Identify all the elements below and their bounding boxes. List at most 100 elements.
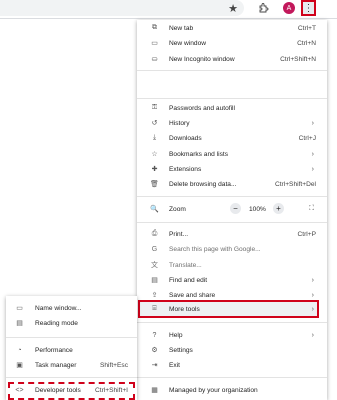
help-icon: ? — [152, 331, 157, 339]
chevron-right-icon: › — [311, 119, 314, 127]
menu-item-downloads[interactable]: ⤓ Downloads Ctrl+J — [137, 132, 327, 144]
translate-label: Translate... — [169, 261, 202, 269]
menu-item-more-tools[interactable]: ⌸ More tools › — [137, 303, 327, 315]
menu-item-help[interactable]: ? Help › — [137, 329, 327, 341]
zoom-out-button[interactable]: − — [230, 203, 241, 214]
submenu-item-reading-mode[interactable]: ▤ Reading mode — [6, 317, 137, 329]
menu-kebab-button[interactable]: ⋮ — [301, 0, 316, 16]
building-icon: ▦ — [151, 387, 158, 394]
task-manager-shortcut: Shift+Esc — [99, 361, 128, 369]
print-icon: ⎙ — [151, 230, 158, 237]
name-window-label: Name window... — [35, 304, 82, 312]
performance-icon: ◔ — [17, 346, 22, 354]
downloads-shortcut: Ctrl+J — [298, 134, 316, 142]
developer-tools-label: Developer tools — [35, 386, 81, 394]
translate-icon: 文 — [151, 262, 158, 269]
new-window-shortcut: Ctrl+N — [297, 39, 316, 47]
chevron-right-icon: › — [311, 291, 314, 299]
menu-item-managed[interactable]: ▦ Managed by your organization — [137, 384, 327, 396]
new-window-icon: ▭ — [151, 40, 158, 47]
submenu-item-performance[interactable]: ◔ Performance — [6, 344, 137, 356]
menu-item-find-edit[interactable]: ▤ Find and edit › — [137, 274, 327, 286]
new-tab-label: New tab — [169, 24, 194, 32]
puzzle-icon[interactable] — [257, 1, 271, 15]
menu-item-new-window[interactable]: ▭ New window Ctrl+N — [137, 37, 327, 49]
reading-mode-label: Reading mode — [35, 319, 78, 327]
submenu-item-task-manager[interactable]: ▣ Task manager Shift+Esc — [6, 359, 137, 371]
menu-item-zoom: 🔍 Zoom − 100% + ⛶ — [137, 203, 327, 215]
fullscreen-icon[interactable]: ⛶ — [309, 205, 314, 213]
new-window-label: New window — [169, 39, 207, 47]
window-icon: ▭ — [16, 305, 23, 312]
download-icon: ⤓ — [152, 134, 157, 141]
chevron-right-icon: › — [311, 276, 314, 284]
bookmarks-label: Bookmarks and lists — [169, 150, 228, 158]
menu-item-exit[interactable]: ⇥ Exit — [137, 359, 327, 371]
more-tools-submenu: ▭ Name window... ▤ Reading mode ◔ Perfor… — [6, 296, 137, 400]
chevron-right-icon: › — [311, 150, 314, 158]
settings-label: Settings — [169, 346, 193, 354]
more-tools-label: More tools — [169, 305, 200, 313]
zoom-in-button[interactable]: + — [273, 203, 284, 214]
menu-item-search-page[interactable]: G Search this page with Google... — [137, 243, 327, 255]
find-icon: ▤ — [151, 277, 158, 284]
chrome-menu: ⧉ New tab Ctrl+T ▭ New window Ctrl+N ⛀ N… — [137, 20, 327, 400]
submenu-item-name-window[interactable]: ▭ Name window... — [6, 302, 137, 314]
zoom-label: Zoom — [169, 205, 186, 213]
reading-mode-icon: ▤ — [16, 320, 23, 327]
key-icon: ⚿ — [151, 104, 158, 111]
menu-item-extensions[interactable]: ✚ Extensions › — [137, 163, 327, 175]
profile-area — [143, 77, 319, 103]
chevron-right-icon: › — [311, 305, 314, 313]
history-icon: ↺ — [151, 120, 158, 127]
find-edit-label: Find and edit — [169, 276, 208, 284]
bookmark-star-icon[interactable]: ★ — [226, 1, 240, 15]
star-icon: ☆ — [151, 151, 158, 158]
address-bar[interactable] — [0, 0, 244, 16]
managed-label: Managed by your organization — [169, 386, 258, 394]
chevron-right-icon: › — [311, 331, 314, 339]
new-tab-icon: ⧉ — [152, 24, 157, 31]
delete-browsing-shortcut: Ctrl+Shift+Del — [274, 180, 316, 188]
trash-icon: 🗑 — [150, 181, 159, 188]
help-label: Help — [169, 331, 183, 339]
menu-divider — [137, 196, 327, 197]
menu-item-delete-browsing-data[interactable]: 🗑 Delete browsing data... Ctrl+Shift+Del — [137, 178, 327, 190]
passwords-label: Passwords and autofill — [169, 104, 235, 112]
menu-item-bookmarks[interactable]: ☆ Bookmarks and lists › — [137, 148, 327, 160]
menu-divider — [137, 70, 327, 71]
browser-toolbar: ★ A ⋮ — [0, 0, 337, 19]
downloads-label: Downloads — [169, 134, 202, 142]
task-manager-label: Task manager — [35, 361, 77, 369]
menu-divider — [137, 322, 327, 323]
menu-item-new-incognito[interactable]: ⛀ New Incognito window Ctrl+Shift+N — [137, 53, 327, 65]
extensions-label: Extensions — [169, 165, 202, 173]
menu-item-print[interactable]: ⎙ Print... Ctrl+P — [137, 228, 327, 240]
incognito-icon: ⛀ — [151, 56, 158, 63]
search-page-label: Search this page with Google... — [169, 245, 261, 253]
zoom-value: 100% — [249, 205, 266, 213]
new-incognito-label: New Incognito window — [169, 55, 235, 63]
menu-item-passwords[interactable]: ⚿ Passwords and autofill — [137, 102, 327, 114]
submenu-divider — [6, 377, 137, 378]
menu-divider — [137, 222, 327, 223]
history-label: History — [169, 119, 190, 127]
profile-avatar[interactable]: A — [283, 2, 295, 14]
exit-icon: ⇥ — [151, 362, 158, 369]
submenu-item-developer-tools[interactable]: <> Developer tools Ctrl+Shift+I — [6, 384, 137, 396]
zoom-icon: 🔍 — [150, 206, 159, 213]
performance-label: Performance — [35, 346, 73, 354]
extension-icon: ✚ — [151, 166, 158, 173]
menu-divider — [137, 98, 327, 99]
menu-item-history[interactable]: ↺ History › — [137, 117, 327, 129]
print-shortcut: Ctrl+P — [297, 230, 316, 238]
menu-item-new-tab[interactable]: ⧉ New tab Ctrl+T — [137, 22, 327, 34]
new-tab-shortcut: Ctrl+T — [297, 24, 316, 32]
developer-tools-shortcut: Ctrl+Shift+I — [95, 386, 128, 394]
toolbox-icon: ⌸ — [152, 305, 157, 312]
code-icon: <> — [15, 386, 24, 394]
share-icon: ⇪ — [151, 292, 158, 299]
menu-item-translate[interactable]: 文 Translate... — [137, 259, 327, 271]
chevron-right-icon: › — [311, 165, 314, 173]
menu-item-settings[interactable]: ⚙ Settings — [137, 344, 327, 356]
